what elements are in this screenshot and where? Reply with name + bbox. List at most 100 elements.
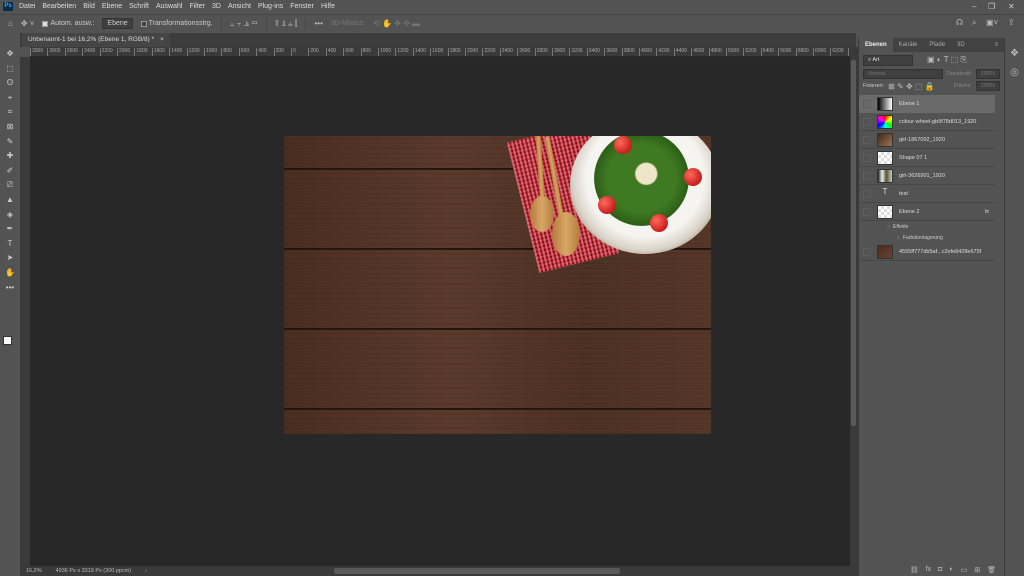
tool-button[interactable]: ✎ xyxy=(0,135,20,150)
filter-type-icons[interactable]: ▣ ◐ T ⬚ ⎘ xyxy=(927,55,967,65)
properties-icon[interactable]: ◎ xyxy=(1005,67,1024,78)
blend-mode-dropdown[interactable]: Normal xyxy=(863,69,943,79)
tab-pfade[interactable]: Pfade xyxy=(923,38,951,52)
horizontal-scroll-thumb[interactable] xyxy=(334,568,620,574)
align-icons[interactable]: ⫠ ⫟ ⫡ ▭ xyxy=(230,19,258,29)
visibility-toggle[interactable] xyxy=(863,153,871,162)
menu-ansicht[interactable]: Ansicht xyxy=(228,3,251,10)
menu-3d[interactable]: 3D xyxy=(212,3,221,10)
layer-filter-dropdown[interactable]: ⌕ Art xyxy=(863,54,913,66)
close-window-button[interactable]: ✕ xyxy=(1008,2,1015,11)
menu-filter[interactable]: Filter xyxy=(189,3,205,10)
zoom-level[interactable]: 16,2% xyxy=(26,568,42,574)
mask-icon[interactable]: ◘ xyxy=(938,566,942,573)
layer-effect-row[interactable]: ◌ Effekte xyxy=(859,221,995,232)
divider xyxy=(305,17,307,30)
fill-field[interactable]: 100% xyxy=(975,81,1000,91)
layer-row[interactable]: Ebene 2 fx xyxy=(859,203,995,221)
status-menu-arrow[interactable]: › xyxy=(145,568,147,574)
tool-button[interactable]: ✥ xyxy=(0,47,20,62)
tool-button[interactable]: ⌗ xyxy=(0,105,20,120)
document-canvas[interactable] xyxy=(284,136,711,434)
more-options-button[interactable]: ••• xyxy=(314,19,322,28)
home-icon[interactable]: ⌂ xyxy=(8,19,13,28)
tomato xyxy=(650,214,668,232)
tool-button[interactable]: ✋ xyxy=(0,266,20,281)
tool-button[interactable]: ••• xyxy=(0,281,20,296)
auto-select-checkbox[interactable]: Autom. ausw.: xyxy=(42,20,94,27)
visibility-toggle[interactable] xyxy=(863,135,871,144)
vertical-ruler[interactable] xyxy=(20,57,30,566)
visibility-toggle[interactable] xyxy=(863,207,871,216)
restore-button[interactable]: ❐ xyxy=(988,2,995,11)
tool-button[interactable]: ✒ xyxy=(0,222,20,237)
tool-button[interactable]: T xyxy=(0,237,20,252)
eye-icon[interactable]: ◌ xyxy=(887,224,890,230)
layer-row[interactable]: Shape 07 1 xyxy=(859,149,995,167)
link-icon[interactable]: ⛓ xyxy=(910,566,919,574)
lock-icons[interactable]: ⊠ ✎ ✥ ⬚ 🔒 xyxy=(888,82,935,91)
learn-icon[interactable]: ☊ xyxy=(956,18,963,27)
menu-ebene[interactable]: Ebene xyxy=(102,3,122,10)
transform-controls-checkbox[interactable]: Transformationsstrg. xyxy=(140,20,213,27)
new-layer-icon[interactable]: ⊞ xyxy=(974,566,980,574)
layer-row[interactable]: Ttest xyxy=(859,185,995,203)
menu-schrift[interactable]: Schrift xyxy=(129,3,149,10)
visibility-toggle[interactable] xyxy=(863,100,871,108)
close-tab-icon[interactable]: × xyxy=(160,33,164,47)
tool-button[interactable]: ✐ xyxy=(0,164,20,179)
minimize-button[interactable]: – xyxy=(972,2,976,11)
adjustment-icon[interactable]: ◐ xyxy=(949,566,953,573)
libraries-icon[interactable]: ❖ xyxy=(1005,48,1024,59)
fx-icon[interactable]: fx xyxy=(926,566,931,573)
document-tab[interactable]: Unbenannt-1 bei 16,2% (Ebene 1, RGB/8) *… xyxy=(22,33,170,47)
auto-select-dropdown[interactable]: Ebene xyxy=(102,18,133,29)
tool-button[interactable]: ➤ xyxy=(0,251,20,266)
distribute-icons[interactable]: ⫪ ⫫ ⫨ ⫿ xyxy=(275,19,298,29)
tool-button[interactable]: ✚ xyxy=(0,149,20,164)
tool-button[interactable]: ▲ xyxy=(0,193,20,208)
ruler-tick-label: 1200 xyxy=(395,48,409,56)
tool-button[interactable]: ⬚ xyxy=(0,62,20,77)
workspace-icon[interactable]: ▣˅ xyxy=(986,18,998,27)
tab-ebenen[interactable]: Ebenen xyxy=(859,38,893,52)
horizontal-ruler[interactable]: 3000 2800 2600 2400 2200 2000 1800 1600 1400 1200… xyxy=(30,47,850,57)
search-icon[interactable]: ⌕ xyxy=(972,18,976,28)
3d-tools-icons[interactable]: ⟲ ✋ ✥ ✣ ▬ xyxy=(373,19,420,28)
tab-3d[interactable]: 3D xyxy=(951,38,971,52)
layer-row[interactable]: girl-1867092_1920 xyxy=(859,131,995,149)
tool-button[interactable]: ◈ xyxy=(0,208,20,223)
opacity-field[interactable]: 100% xyxy=(975,69,1000,79)
ruler-tick-label: 4200 xyxy=(656,48,670,56)
layer-row[interactable]: Ebene 1 xyxy=(859,95,995,113)
layer-row[interactable]: 4555ff777db5af...c2efe8428e675f xyxy=(859,243,995,261)
layer-effect-row[interactable]: ◌ Farbüberlagerung xyxy=(859,232,995,243)
menu-datei[interactable]: Datei xyxy=(19,3,35,10)
tool-button[interactable]: ⊠ xyxy=(0,120,20,135)
menu-bearbeiten[interactable]: Bearbeiten xyxy=(42,3,76,10)
vertical-scroll-thumb[interactable] xyxy=(851,60,856,426)
move-tool-icon[interactable]: ✥ ˅ xyxy=(21,19,35,28)
menu-fenster[interactable]: Fenster xyxy=(290,3,314,10)
visibility-toggle[interactable] xyxy=(863,171,871,180)
visibility-toggle[interactable] xyxy=(863,189,871,198)
tab-kanaele[interactable]: Kanäle xyxy=(893,38,924,52)
menu-hilfe[interactable]: Hilfe xyxy=(321,3,335,10)
panel-menu-icon[interactable]: ≡ xyxy=(988,38,1004,52)
share-icon[interactable]: ⇪ xyxy=(1008,18,1015,27)
menu-plugins[interactable]: Plug-ins xyxy=(258,3,283,10)
tool-button[interactable]: ʘ xyxy=(0,76,20,91)
trash-icon[interactable]: 🗑 xyxy=(987,566,996,574)
layer-row[interactable]: colour-wheel-gb9f78d013_1920 xyxy=(859,113,995,131)
tool-button[interactable]: ⌖ xyxy=(0,91,20,106)
foreground-color-swatch[interactable] xyxy=(3,336,12,345)
eye-icon[interactable]: ◌ xyxy=(897,235,900,241)
layer-row[interactable]: girl-3626901_1920 xyxy=(859,167,995,185)
fx-badge[interactable]: fx xyxy=(985,209,989,215)
menu-auswahl[interactable]: Auswahl xyxy=(156,3,182,10)
visibility-toggle[interactable] xyxy=(863,247,871,256)
visibility-toggle[interactable] xyxy=(863,117,871,126)
menu-bild[interactable]: Bild xyxy=(83,3,95,10)
folder-icon[interactable]: ▭ xyxy=(961,566,968,574)
tool-button[interactable]: ⎚ xyxy=(0,178,20,193)
